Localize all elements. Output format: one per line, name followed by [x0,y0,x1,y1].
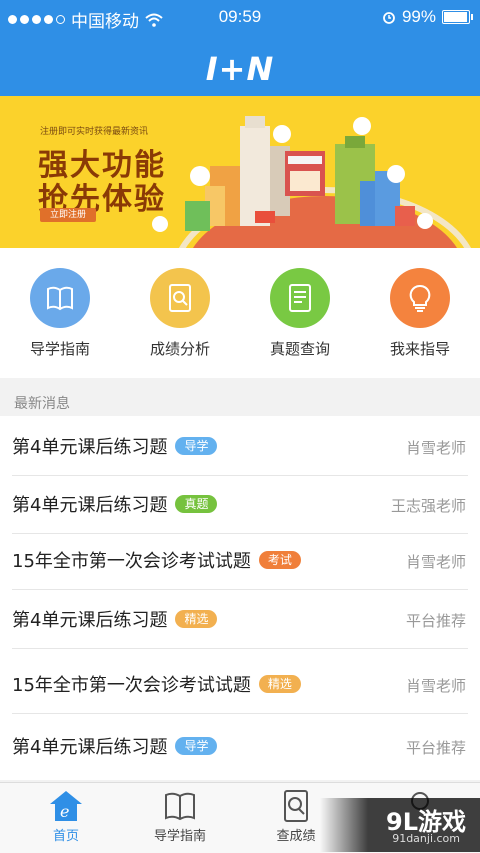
quick-action-label: 导学指南 [29,340,90,358]
battery-icon [442,10,473,24]
signal-icon [8,15,65,24]
status-left: 中国移动 [8,7,163,32]
news-tag-badge: 精选 [258,675,301,693]
banner-subtitle: 注册即可实时获得最新资讯 [40,127,149,137]
wifi-icon [145,13,163,27]
quick-action-scores[interactable]: 成绩分析 [120,268,240,359]
promo-banner[interactable]: 注册即可实时获得最新资讯 强大功能 抢先体验 立即注册 [0,96,480,248]
news-item-title: 15年全市第一次会诊考试试题 精选 [12,671,301,697]
watermark-url: 91danji.com [392,832,460,845]
status-bar: 中国移动 09:59 99% [0,0,480,34]
search-document-icon [150,268,210,328]
battery-percent: 99% [401,7,436,26]
news-item-title: 第4单元课后练习题 真题 [12,491,218,517]
watermark: 9L游戏 91danji.com [320,798,480,852]
quick-action-label: 成绩分析 [149,340,210,358]
carrier-label: 中国移动 [71,12,139,31]
lightbulb-icon [390,268,450,328]
list-item[interactable]: 15年全市第一次会诊考试试题 考试 肖雪老师 [0,530,480,590]
news-tag-badge: 精选 [175,610,218,628]
news-tag-badge: 考试 [258,551,301,569]
news-item-title: 第4单元课后练习题 导学 [12,733,218,759]
list-item[interactable]: 第4单元课后练习题 真题 王志强老师 [0,474,480,534]
home-icon: e [50,791,82,821]
list-item[interactable]: 第4单元课后练习题 导学 肖雪老师 [0,416,480,476]
list-document-icon [270,268,330,328]
search-document-icon [284,790,308,822]
tab-label: 首页 [52,829,79,844]
app-logo: I+N [205,50,275,88]
app-header: 中国移动 09:59 99% I+N [0,0,480,96]
news-author: 平台推荐 [405,739,466,757]
list-item[interactable]: 15年全市第一次会诊考试试题 精选 肖雪老师 [0,654,480,714]
quick-action-label: 真题查询 [269,340,330,358]
news-item-title: 15年全市第一次会诊考试试题 考试 [12,547,301,573]
quick-action-guide[interactable]: 导学指南 [0,268,120,359]
news-item-title: 第4单元课后练习题 导学 [12,433,218,459]
list-item[interactable]: 第4单元课后练习题 精选 平台推荐 [0,589,480,649]
quick-action-label: 我来指导 [389,340,450,358]
news-tag-badge: 真题 [175,495,218,513]
news-tag-badge: 导学 [175,437,218,455]
book-icon [165,792,195,821]
quick-actions: 导学指南 成绩分析 真题查询 我来指导 [0,248,480,378]
status-right: 99% [382,7,473,27]
news-list: 第4单元课后练习题 导学 肖雪老师 第4单元课后练习题 真题 王志强老师 15年全市… [0,416,480,780]
svg-text:e: e [60,802,69,821]
news-section-title: 最新消息 [14,396,70,412]
news-author: 王志强老师 [390,497,466,515]
divider [12,713,468,714]
list-item[interactable]: 第4单元课后练习题 导学 平台推荐 [0,716,480,776]
alarm-icon [383,12,395,24]
news-tag-badge: 导学 [175,737,218,755]
news-item-title: 第4单元课后练习题 精选 [12,606,218,632]
register-button[interactable]: 立即注册 [40,208,96,222]
news-author: 肖雪老师 [405,677,466,695]
news-author: 肖雪老师 [405,439,466,457]
news-author: 肖雪老师 [405,553,466,571]
tab-guide[interactable]: 导学指南 [120,789,240,844]
tab-label: 导学指南 [153,829,206,844]
news-author: 平台推荐 [405,612,466,630]
book-icon [30,268,90,328]
divider [12,648,468,649]
quick-action-exam-search[interactable]: 真题查询 [240,268,360,359]
quick-action-mentor[interactable]: 我来指导 [360,268,480,359]
tab-home[interactable]: e 首页 [6,789,126,844]
